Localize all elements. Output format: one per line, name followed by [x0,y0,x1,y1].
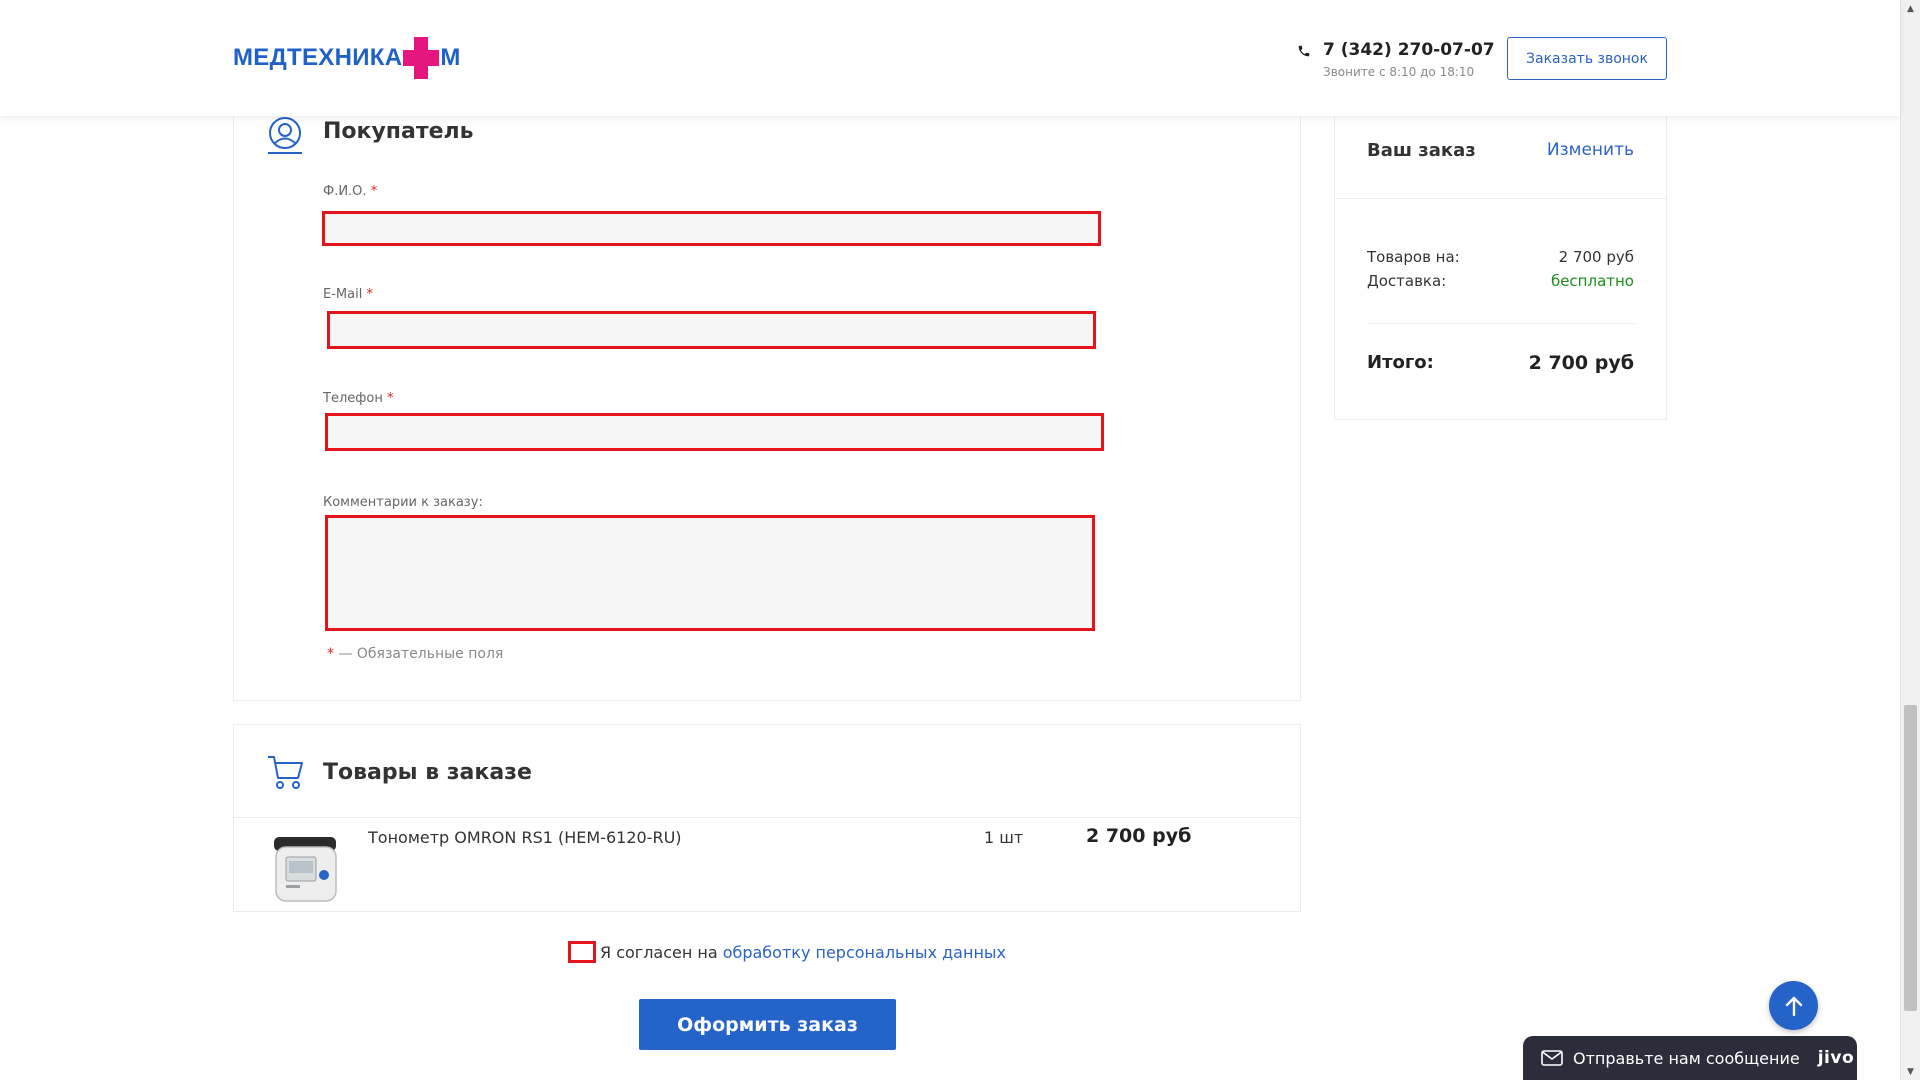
goods-section: Товары в заказе Тонометр OMRON RS1 (HEM-… [233,724,1301,912]
comment-textarea[interactable] [325,515,1095,631]
scroll-down-arrow-icon[interactable]: ▼ [1901,1063,1920,1080]
goods-total-label: Товаров на: [1367,248,1460,266]
goods-title: Товары в заказе [323,760,532,785]
user-icon [268,117,302,154]
consent-row: Я согласен на обработку персональных дан… [568,941,1006,963]
required-note-text: — Обязательные поля [338,646,504,662]
total-label: Итого: [1367,352,1434,373]
jivo-logo: jivo [1817,1048,1855,1068]
goods-total-value: 2 700 руб [1558,248,1634,266]
email-label-text: E-Mail [323,287,363,302]
scrollbar-thumb[interactable] [1904,705,1917,1011]
required-mark: * [370,184,378,199]
phone-hours: Звоните с 8:10 до 18:10 [1323,65,1475,79]
buyer-section: Покупатель Ф.И.О. * E-Mail * Телефон * К… [233,100,1301,701]
logo-text: МЕДТЕХНИКА [233,44,403,71]
summary-title: Ваш заказ [1367,140,1476,161]
product-price: 2 700 руб [1086,825,1192,847]
email-input[interactable] [327,311,1096,349]
fio-label: Ф.И.О. * [323,184,377,199]
comment-label: Комментарии к заказу: [323,495,483,510]
phone-number[interactable]: 7 (342) 270-07-07 [1323,40,1495,60]
submit-order-button[interactable]: Оформить заказ [639,999,896,1050]
fio-label-text: Ф.И.О. [323,184,367,199]
consent-text: Я согласен на [600,942,718,962]
summary-divider [1367,323,1635,324]
order-summary: Ваш заказ Изменить Товаров на: 2 700 руб… [1334,100,1667,420]
phone-label-text: Телефон [323,391,383,406]
required-mark: * [386,391,394,406]
summary-divider [1335,198,1666,199]
personal-data-link[interactable]: обработку персональных данных [723,943,1006,962]
jivo-message-text: Отправьте нам сообщение [1573,1048,1800,1068]
site-logo[interactable]: МЕДТЕХНИКА М [233,37,460,79]
consent-checkbox[interactable] [568,941,596,963]
required-note: * — Обязательные поля [327,646,503,662]
scroll-to-top-button[interactable] [1769,981,1818,1030]
product-quantity: 1 шт [984,828,1024,847]
product-name[interactable]: Тонометр OMRON RS1 (HEM-6120-RU) [368,828,682,847]
callback-button[interactable]: Заказать звонок [1507,37,1667,80]
arrow-up-icon [1785,996,1802,1016]
buyer-title: Покупатель [323,119,474,144]
page-scrollbar[interactable]: ▲ ▼ [1900,0,1920,1080]
logo-cross-icon [403,37,440,79]
email-label: E-Mail * [323,287,373,302]
change-order-link[interactable]: Изменить [1547,140,1634,160]
mail-icon [1541,1050,1563,1066]
phone-icon [1298,45,1310,57]
delivery-value: бесплатно [1550,272,1634,290]
jivo-chat-widget[interactable]: Отправьте нам сообщение jivo [1523,1036,1857,1080]
cart-icon [268,756,303,789]
scroll-up-arrow-icon[interactable]: ▲ [1901,0,1920,17]
required-mark: * [327,646,334,662]
delivery-label: Доставка: [1367,272,1447,290]
required-mark: * [366,287,373,302]
site-header: МЕДТЕХНИКА М 7 (342) 270-07-07 Звоните с… [0,0,1900,116]
goods-divider [234,817,1300,818]
product-image[interactable] [272,831,340,905]
logo-suffix: М [440,44,461,71]
phone-label: Телефон * [323,391,393,406]
phone-input[interactable] [325,413,1104,451]
fio-input[interactable] [322,211,1101,246]
total-value: 2 700 руб [1528,352,1634,374]
